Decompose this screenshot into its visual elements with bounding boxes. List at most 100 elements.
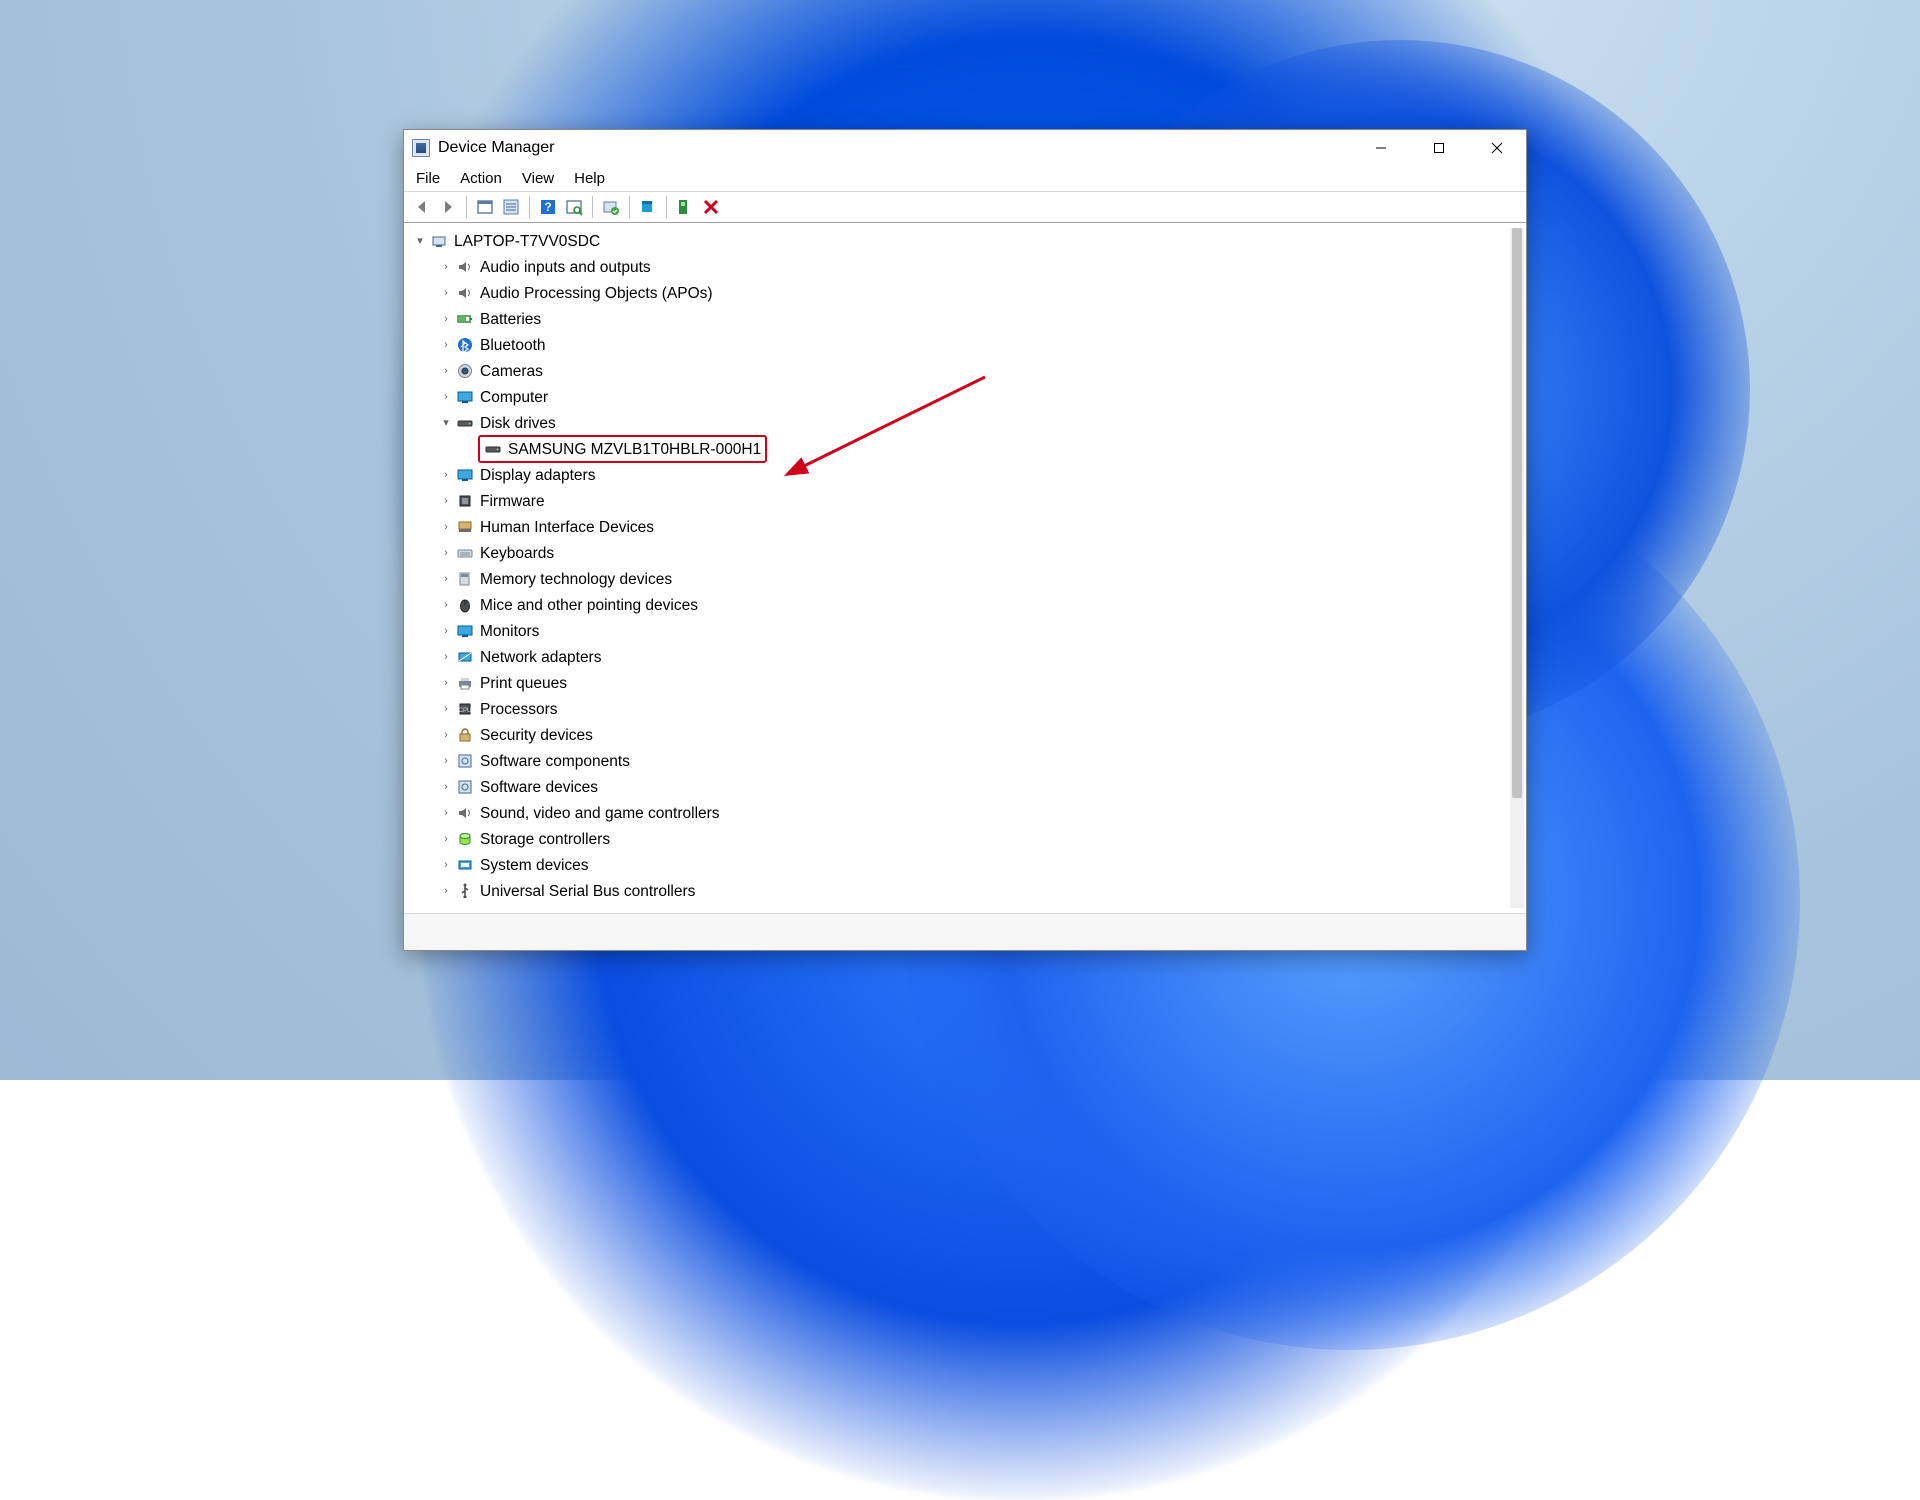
- tree-node-label: Monitors: [480, 622, 539, 641]
- tree-node[interactable]: ›Network adapters: [410, 644, 1508, 670]
- tree-node[interactable]: › Security devices: [410, 722, 1508, 748]
- disable-button[interactable]: [699, 195, 723, 219]
- menu-file[interactable]: File: [406, 167, 450, 190]
- tree-node-label: Computer: [480, 388, 548, 407]
- tree-node-label: Universal Serial Bus controllers: [480, 882, 695, 901]
- uninstall-button[interactable]: [636, 195, 660, 219]
- chevron-right-icon[interactable]: ›: [438, 336, 454, 355]
- tree-root[interactable]: ▾ LAPTOP-T7VV0SDC: [410, 228, 1508, 254]
- tree-node-label: Software components: [480, 752, 630, 771]
- tree-node-label: Cameras: [480, 362, 543, 381]
- chevron-right-icon[interactable]: ›: [438, 544, 454, 563]
- tree-node[interactable]: ›Bluetooth: [410, 332, 1508, 358]
- tree-node-label: Memory technology devices: [480, 570, 672, 589]
- tree-node-label: Human Interface Devices: [480, 518, 654, 537]
- chevron-right-icon[interactable]: ›: [438, 882, 454, 901]
- tree-node-label: Audio Processing Objects (APOs): [480, 284, 713, 303]
- scrollbar-thumb[interactable]: [1512, 228, 1522, 798]
- chevron-down-icon[interactable]: ▾: [412, 232, 428, 251]
- tree-node-label: Print queues: [480, 674, 567, 693]
- status-bar: [404, 913, 1526, 950]
- tree-node-label: Disk drives: [480, 414, 556, 433]
- chevron-right-icon[interactable]: ›: [438, 778, 454, 797]
- tree-node-label: Software devices: [480, 778, 598, 797]
- tree-node[interactable]: › Memory technology devices: [410, 566, 1508, 592]
- tree-node[interactable]: › Human Interface Devices: [410, 514, 1508, 540]
- tree-node[interactable]: ›System devices: [410, 852, 1508, 878]
- chevron-right-icon[interactable]: ›: [438, 830, 454, 849]
- back-button[interactable]: [410, 195, 434, 219]
- help-button[interactable]: ?: [536, 195, 560, 219]
- add-legacy-button[interactable]: [673, 195, 697, 219]
- toolbar: ?: [404, 192, 1526, 223]
- tree-node-label: Processors: [480, 700, 558, 719]
- tree-node[interactable]: › CPU Processors: [410, 696, 1508, 722]
- titlebar[interactable]: Device Manager: [404, 130, 1526, 166]
- chevron-right-icon[interactable]: ›: [438, 674, 454, 693]
- tree-node-label: Security devices: [480, 726, 593, 745]
- chevron-right-icon[interactable]: ›: [438, 518, 454, 537]
- chevron-right-icon[interactable]: ›: [438, 856, 454, 875]
- tree-node-label: Sound, video and game controllers: [480, 804, 720, 823]
- window-title: Device Manager: [438, 139, 555, 157]
- chevron-right-icon[interactable]: ›: [438, 752, 454, 771]
- highlighted-device[interactable]: SAMSUNG MZVLB1T0HBLR-000H1: [478, 435, 767, 463]
- tree-node[interactable]: ›Firmware: [410, 488, 1508, 514]
- chevron-right-icon[interactable]: ›: [438, 804, 454, 823]
- minimize-button[interactable]: [1352, 130, 1410, 166]
- tree-node-label: Audio inputs and outputs: [480, 258, 651, 277]
- tree-node-label: Batteries: [480, 310, 541, 329]
- scan-hardware-button[interactable]: [562, 195, 586, 219]
- tree-node[interactable]: › Keyboards: [410, 540, 1508, 566]
- tree-leaf[interactable]: SAMSUNG MZVLB1T0HBLR-000H1: [410, 436, 1508, 462]
- tree-node-label: Mice and other pointing devices: [480, 596, 698, 615]
- chevron-right-icon[interactable]: ›: [438, 388, 454, 407]
- tree-node[interactable]: › Audio Processing Objects (APOs): [410, 280, 1508, 306]
- chevron-right-icon[interactable]: ›: [438, 284, 454, 303]
- tree-node[interactable]: ›Storage controllers: [410, 826, 1508, 852]
- menu-help[interactable]: Help: [564, 167, 615, 190]
- device-tree[interactable]: ▾LAPTOP-T7VV0SDC›Audio inputs and output…: [410, 228, 1508, 914]
- tree-node[interactable]: › Monitors: [410, 618, 1508, 644]
- tree-node[interactable]: › Cameras: [410, 358, 1508, 384]
- svg-text:?: ?: [544, 200, 551, 214]
- tree-node[interactable]: › Mice and other pointing devices: [410, 592, 1508, 618]
- tree-node[interactable]: › Print queues: [410, 670, 1508, 696]
- update-driver-button[interactable]: [599, 195, 623, 219]
- tree-node[interactable]: › Batteries: [410, 306, 1508, 332]
- chevron-right-icon[interactable]: ›: [438, 258, 454, 277]
- vertical-scrollbar[interactable]: [1510, 228, 1524, 908]
- tree-node-label: Keyboards: [480, 544, 554, 563]
- tree-node[interactable]: › Universal Serial Bus controllers: [410, 878, 1508, 904]
- chevron-right-icon[interactable]: ›: [438, 648, 454, 667]
- tree-leaf-label: SAMSUNG MZVLB1T0HBLR-000H1: [508, 440, 761, 459]
- tree-node[interactable]: › Software components: [410, 748, 1508, 774]
- app-icon: [412, 139, 430, 157]
- chevron-right-icon[interactable]: ›: [438, 596, 454, 615]
- chevron-right-icon[interactable]: ›: [438, 700, 454, 719]
- menubar: File Action View Help: [404, 166, 1526, 192]
- tree-node[interactable]: › Software devices: [410, 774, 1508, 800]
- chevron-right-icon[interactable]: ›: [438, 466, 454, 485]
- forward-button[interactable]: [436, 195, 460, 219]
- root-label: LAPTOP-T7VV0SDC: [454, 232, 600, 251]
- maximize-button[interactable]: [1410, 130, 1468, 166]
- chevron-right-icon[interactable]: ›: [438, 622, 454, 641]
- chevron-right-icon[interactable]: ›: [438, 726, 454, 745]
- chevron-right-icon[interactable]: ›: [438, 492, 454, 511]
- tree-node[interactable]: › Audio inputs and outputs: [410, 254, 1508, 280]
- svg-text:CPU: CPU: [459, 708, 472, 714]
- chevron-right-icon[interactable]: ›: [438, 570, 454, 589]
- chevron-down-icon[interactable]: ▾: [438, 414, 454, 433]
- tree-node[interactable]: ›Display adapters: [410, 462, 1508, 488]
- tree-node[interactable]: › Computer: [410, 384, 1508, 410]
- close-button[interactable]: [1468, 130, 1526, 166]
- tree-node[interactable]: ▾ Disk drives: [410, 410, 1508, 436]
- menu-view[interactable]: View: [512, 167, 564, 190]
- menu-action[interactable]: Action: [450, 167, 512, 190]
- show-hidden-button[interactable]: [473, 195, 497, 219]
- properties-button[interactable]: [499, 195, 523, 219]
- tree-node[interactable]: › Sound, video and game controllers: [410, 800, 1508, 826]
- chevron-right-icon[interactable]: ›: [438, 310, 454, 329]
- chevron-right-icon[interactable]: ›: [438, 362, 454, 381]
